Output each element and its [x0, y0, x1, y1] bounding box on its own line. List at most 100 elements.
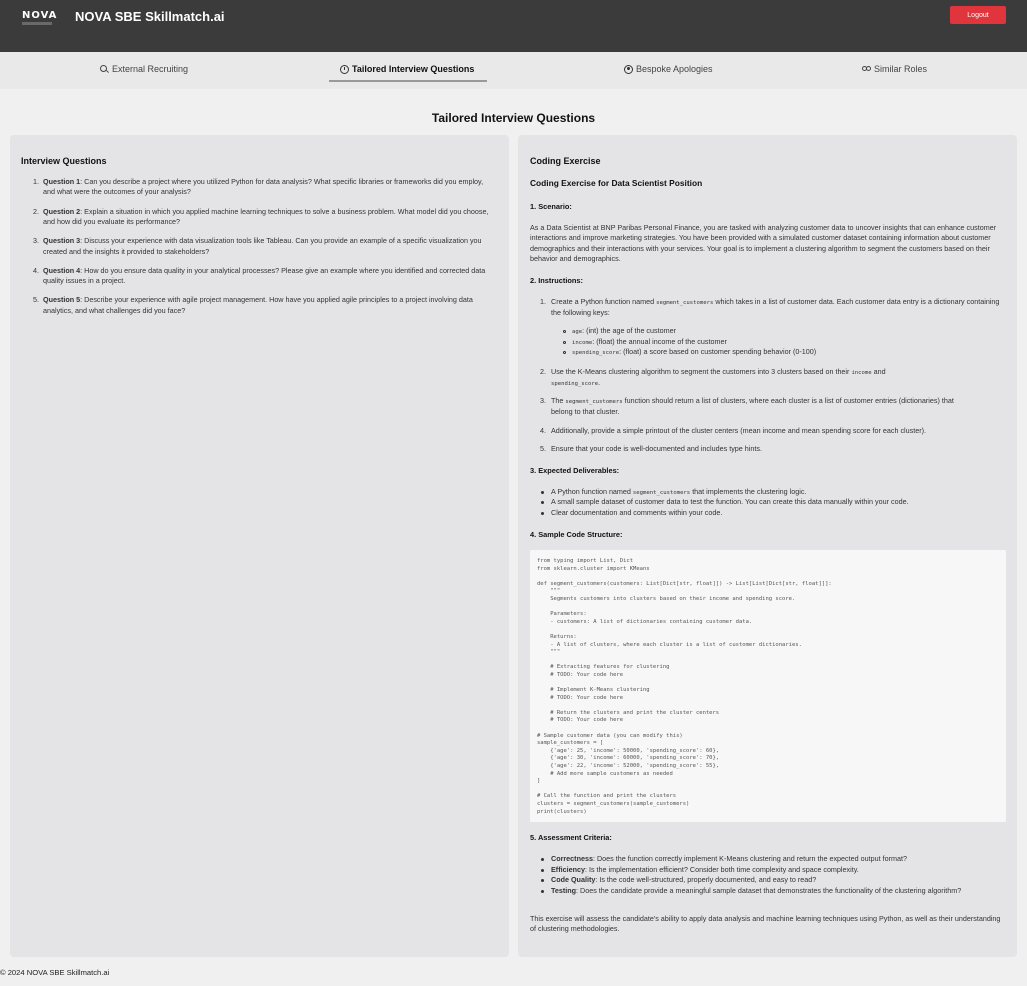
- deliverables-title: 3. Expected Deliverables:: [530, 466, 620, 475]
- instruction-text: and: [873, 367, 886, 376]
- user-icon: [624, 64, 633, 74]
- deliverable-item: Clear documentation and comments within …: [551, 508, 723, 517]
- question-number: 4.: [33, 265, 39, 275]
- sample-code-title: 4. Sample Code Structure:: [530, 530, 623, 539]
- deliverable-item: A small sample dataset of customer data …: [551, 497, 909, 506]
- criteria-label: Efficiency: [551, 865, 585, 874]
- nova-logo[interactable]: NOVA: [22, 10, 57, 21]
- criteria-item: Correctness: Does the function correctly…: [551, 854, 1001, 864]
- circle-bullet: [563, 341, 566, 344]
- list-item: 1. Question 1: Can you describe a projec…: [21, 177, 491, 198]
- deliverable-text: A Python function named: [551, 487, 631, 496]
- criteria-text: : Is the implementation efficient? Consi…: [584, 865, 859, 874]
- inline-code: segment_customers: [656, 300, 714, 306]
- criteria-label: Code Quality: [551, 875, 596, 884]
- tab-similar-roles[interactable]: Similar Roles: [862, 64, 927, 74]
- bullet: [541, 491, 544, 494]
- people-icon: [862, 65, 871, 74]
- instruction-item: 4. Additionally, provide a simple printo…: [540, 426, 1004, 436]
- criteria-label: Correctness: [551, 854, 593, 863]
- question-number: 1.: [33, 177, 39, 186]
- instruction-text: Ensure that your code is well-documented…: [551, 444, 762, 453]
- instruction-text: Create a Python function named: [551, 297, 655, 306]
- criteria-text: : Is the code well-structured, properly …: [595, 875, 817, 884]
- list-item: 3. Question 3: Discuss your experience w…: [21, 236, 491, 257]
- question-number: 5.: [33, 295, 39, 305]
- question-number: 2.: [33, 206, 39, 216]
- question-text: : Describe your experience with agile pr…: [43, 295, 473, 315]
- criteria-item: Code Quality: Is the code well-structure…: [551, 875, 1001, 885]
- question-text: : Discuss your experience with data visu…: [43, 236, 482, 256]
- instruction-text: The: [551, 396, 564, 405]
- question-label: Question 4: [43, 265, 81, 275]
- tab-bespoke-apologies[interactable]: Bespoke Apologies: [624, 64, 713, 74]
- active-tab-indicator: [329, 80, 487, 82]
- instruction-text: .: [598, 378, 601, 388]
- coding-exercise-subheading: Coding Exercise for Data Scientist Posit…: [530, 178, 703, 188]
- key-text: : (float) a score based on customer spen…: [619, 347, 817, 356]
- app-title: NOVA SBE Skillmatch.ai: [75, 9, 225, 24]
- key-text: : (float) the annual income of the custo…: [592, 337, 727, 346]
- tab-bar: External Recruiting Tailored Interview Q…: [0, 52, 1027, 89]
- instruction-item: 3. The segment_customers function should…: [540, 396, 954, 417]
- inline-code: income: [572, 340, 593, 346]
- footer-copyright: © 2024 NOVA SBE Skillmatch.ai: [0, 968, 110, 977]
- closing-text: This exercise will assess the candidate'…: [530, 914, 1001, 934]
- bullet: [541, 501, 544, 504]
- bullet: [541, 879, 544, 882]
- question-text: : Explain a situation in which you appli…: [43, 206, 489, 227]
- instruction-item: 2. Use the K-Means clustering algorithm …: [540, 367, 886, 388]
- key-item: age: (int) the age of the customer: [572, 326, 676, 337]
- question-number: 3.: [33, 236, 39, 246]
- key-item: spending_score: (float) a score based on…: [572, 347, 816, 358]
- bullet: [541, 858, 544, 861]
- question-label: Question 5: [43, 295, 81, 305]
- scenario-title: 1. Scenario:: [530, 202, 572, 211]
- criteria-text: : Does the function correctly implement …: [592, 854, 907, 863]
- interview-questions-heading: Interview Questions: [21, 156, 107, 166]
- inline-code: segment_customers: [632, 490, 691, 496]
- instruction-text: Use the K-Means clustering algorithm to …: [551, 367, 850, 376]
- question-text: : How do you ensure data quality in your…: [43, 265, 486, 286]
- inline-code: income: [851, 370, 872, 376]
- logo-tagline-mark: [22, 22, 52, 25]
- inline-code: segment_customers: [565, 399, 623, 405]
- tab-tailored-interview-questions[interactable]: Tailored Interview Questions: [340, 64, 474, 74]
- inline-code: spending_score: [572, 350, 620, 356]
- question-text: : Can you describe a project where you u…: [43, 177, 484, 197]
- tab-label: Tailored Interview Questions: [352, 64, 475, 74]
- question-label: Question 1: [43, 177, 81, 186]
- coding-exercise-heading: Coding Exercise: [530, 156, 601, 166]
- logout-button[interactable]: Logout: [950, 6, 1006, 24]
- search-icon: [100, 64, 109, 74]
- clock-icon: [340, 64, 349, 74]
- question-label: Question 2: [43, 206, 81, 216]
- list-item: 2. Question 2: Explain a situation in wh…: [21, 207, 491, 228]
- page-title: Tailored Interview Questions: [431, 111, 596, 125]
- instruction-text: Additionally, provide a simple printout …: [551, 426, 927, 435]
- circle-bullet: [563, 351, 566, 354]
- criteria-item: Testing: Does the candidate provide a me…: [551, 886, 1001, 896]
- list-item: 4. Question 4: How do you ensure data qu…: [21, 266, 491, 287]
- scenario-text: As a Data Scientist at BNP Paribas Perso…: [530, 223, 997, 264]
- instruction-item: 1. Create a Python function named segmen…: [540, 297, 1000, 318]
- bullet: [541, 890, 544, 893]
- tab-label: Bespoke Apologies: [636, 64, 713, 74]
- bullet: [541, 512, 544, 515]
- code-block[interactable]: from typing import List, Dict from sklea…: [530, 550, 1006, 822]
- list-item: 5. Question 5: Describe your experience …: [21, 295, 491, 316]
- instruction-item: 5. Ensure that your code is well-documen…: [540, 444, 1004, 454]
- criteria-label: Testing: [551, 886, 577, 895]
- criteria-item: Efficiency: Is the implementation effici…: [551, 865, 1001, 875]
- code-text: from typing import List, Dict from sklea…: [537, 558, 832, 815]
- question-label: Question 3: [43, 236, 81, 246]
- questions-list: 1. Question 1: Can you describe a projec…: [21, 177, 491, 325]
- tab-label: Similar Roles: [874, 64, 928, 74]
- key-text: : (int) the age of the customer: [582, 326, 676, 335]
- inline-code: spending_score: [551, 381, 599, 388]
- tab-external-recruiting[interactable]: External Recruiting: [100, 64, 188, 74]
- instructions-title: 2. Instructions:: [530, 276, 583, 285]
- deliverable-text: that implements the clustering logic.: [692, 487, 807, 496]
- bullet: [541, 869, 544, 872]
- criteria-title: 5. Assessment Criteria:: [530, 833, 612, 842]
